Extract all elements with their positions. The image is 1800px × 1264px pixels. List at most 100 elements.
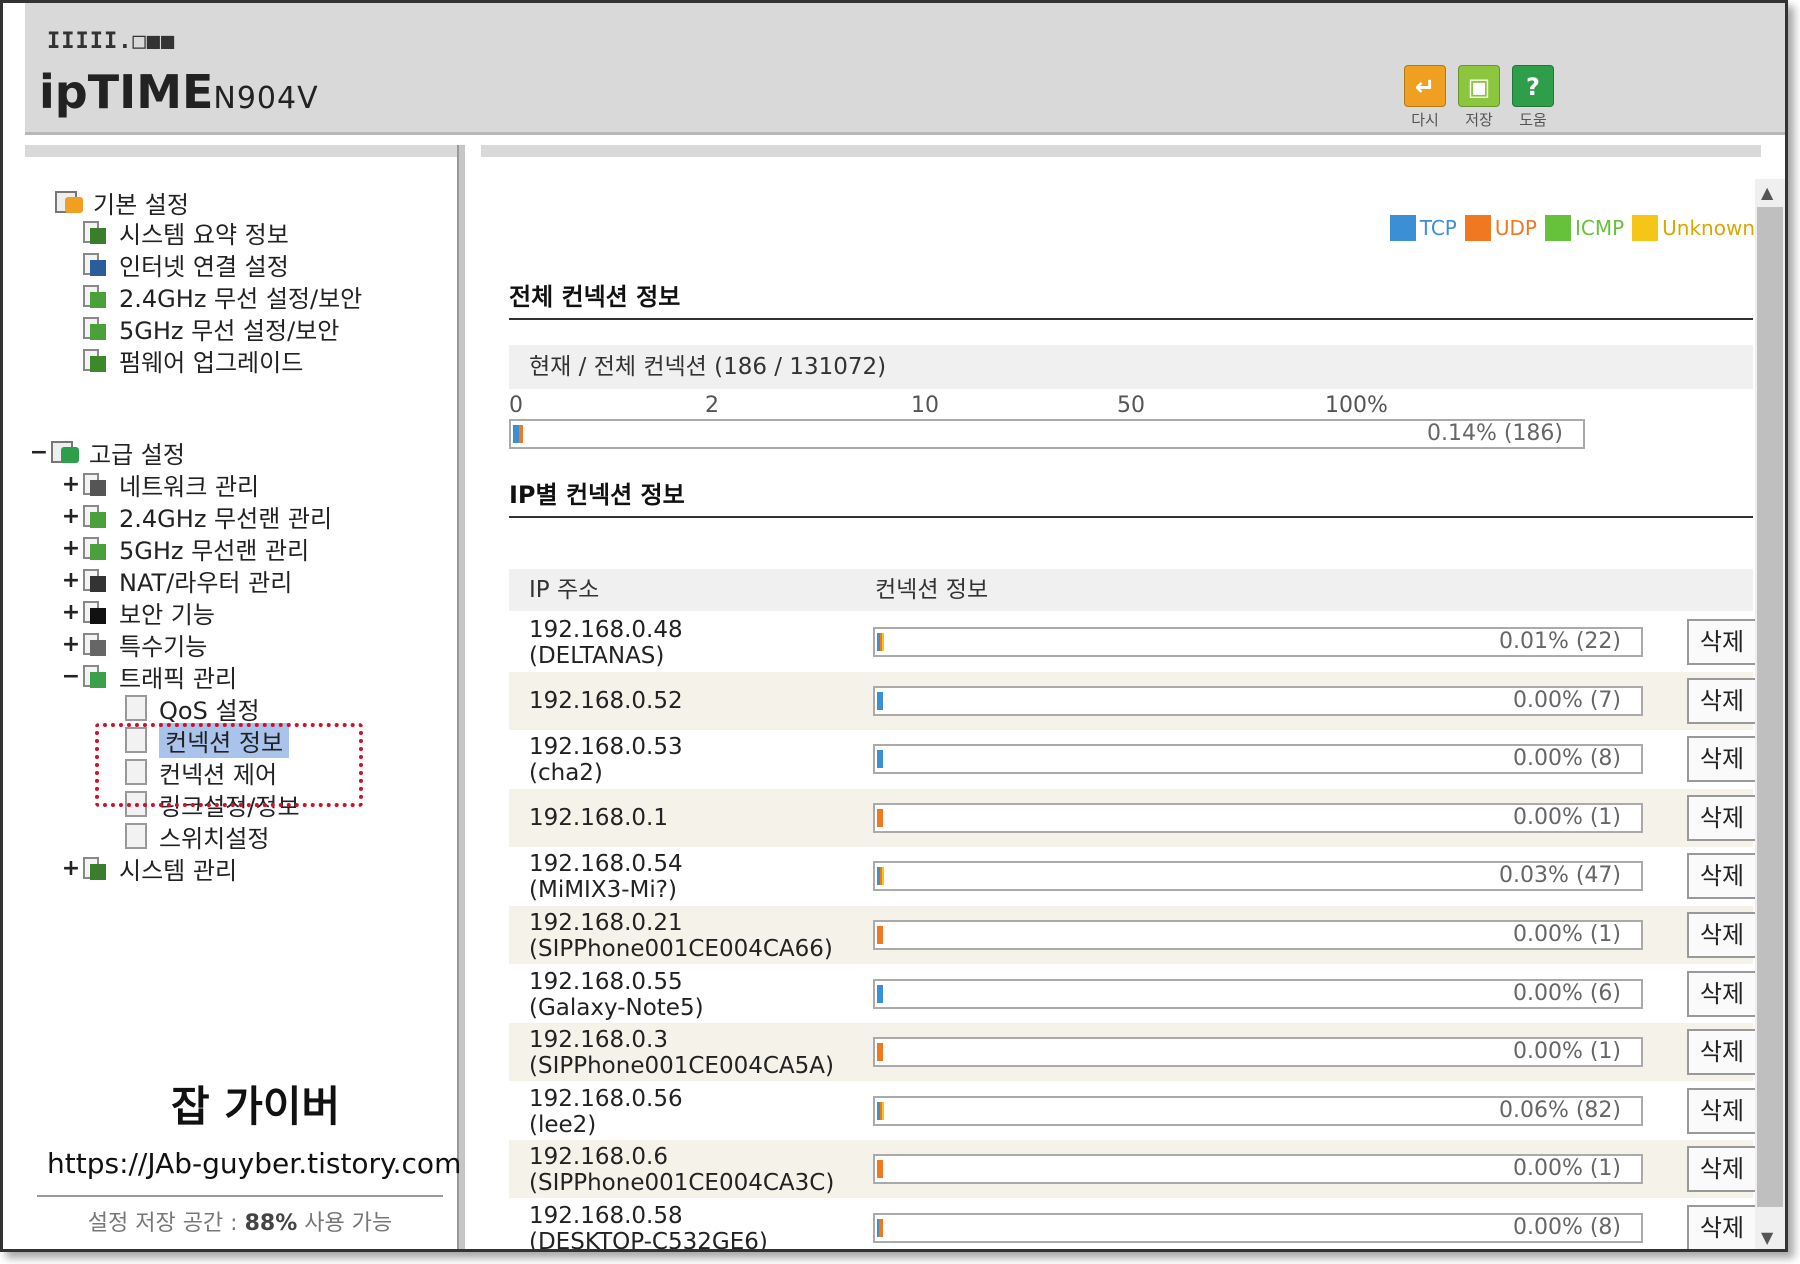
- ip-address: 192.168.0.3: [529, 1027, 668, 1054]
- legend-icmp: ICMP: [1544, 215, 1624, 241]
- wireless-icon: [83, 315, 109, 341]
- expand-toggle[interactable]: +: [59, 600, 83, 625]
- sidebar-item-label: 5GHz 무선랜 관리: [119, 536, 310, 565]
- table-row: 192.168.0.58 (DESKTOP-C532GE6) 0.00% (8) 삭제: [509, 1199, 1757, 1249]
- firmware-icon: [83, 347, 109, 373]
- tree-advanced-settings[interactable]: − 고급 설정: [27, 437, 185, 469]
- sidebar-item-label: 인터넷 연결 설정: [119, 252, 289, 281]
- help-icon: ?: [1512, 65, 1554, 107]
- delete-button[interactable]: 삭제: [1687, 853, 1757, 900]
- connection-bar-text: 0.00% (1): [1512, 1156, 1621, 1182]
- sidebar-item-wireless-24[interactable]: 2.4GHz 무선 설정/보안: [83, 281, 363, 313]
- sidebar-item-label: 트래픽 관리: [119, 664, 238, 693]
- ip-address: 192.168.0.21: [529, 910, 683, 936]
- page-icon: [125, 695, 147, 721]
- sidebar-item-traffic[interactable]: − 트래픽 관리: [59, 661, 238, 693]
- annotation-highlight-box: [95, 723, 363, 807]
- sidebar-item-wlan-5[interactable]: + 5GHz 무선랜 관리: [59, 533, 310, 565]
- delete-button[interactable]: 삭제: [1687, 970, 1757, 1017]
- main-scrollbar[interactable]: ▲ ▼: [1755, 179, 1785, 1249]
- expand-toggle[interactable]: +: [59, 856, 83, 881]
- table-row: 192.168.0.56 (lee2) 0.06% (82) 삭제: [509, 1082, 1757, 1140]
- page-icon: [125, 823, 147, 849]
- sidebar-item-internet[interactable]: 인터넷 연결 설정: [83, 249, 289, 281]
- sidebar-item-firmware[interactable]: 펌웨어 업그레이드: [83, 345, 303, 377]
- delete-button[interactable]: 삭제: [1687, 1087, 1757, 1134]
- connection-bar-text: 0.01% (22): [1498, 629, 1621, 654]
- delete-button[interactable]: 삭제: [1687, 1146, 1757, 1193]
- host-name: (SIPPhone001CE004CA3C): [529, 1170, 835, 1197]
- sidebar-divider[interactable]: [457, 145, 465, 1249]
- header-bar: IIIII.□■■ ipTIMEN904V ↵ 다시 ▣ 저장 ? 도움: [25, 3, 1785, 135]
- expand-toggle[interactable]: +: [59, 536, 83, 561]
- sidebar-item-label: 스위치설정: [159, 824, 270, 853]
- scroll-up-icon[interactable]: ▲: [1761, 183, 1773, 202]
- table-row: 192.168.0.1 0.00% (1) 삭제: [509, 788, 1757, 847]
- help-button[interactable]: ? 도움: [1509, 65, 1557, 130]
- sidebar-item-security[interactable]: + 보안 기능: [59, 597, 215, 629]
- connection-bar: 0.00% (8): [873, 1213, 1643, 1243]
- host-name: (SIPPhone001CE004CA5A): [529, 1053, 834, 1080]
- delete-button[interactable]: 삭제: [1687, 794, 1757, 841]
- connection-bar: 0.00% (1): [873, 802, 1643, 833]
- sidebar-item-system-mgmt[interactable]: + 시스템 관리: [59, 853, 237, 885]
- connection-bar-fill: [877, 633, 884, 651]
- ip-address: 192.168.0.58: [529, 1203, 683, 1229]
- ip-table-header: IP 주소 컨넥션 정보: [509, 569, 1753, 611]
- expand-toggle[interactable]: +: [59, 472, 83, 497]
- collapse-toggle[interactable]: −: [27, 440, 51, 465]
- storage-prefix: 설정 저장 공간 :: [87, 1211, 238, 1236]
- connection-bar-fill: [877, 750, 883, 769]
- ip-connection-title: IP별 컨넥션 정보: [509, 475, 1753, 518]
- connection-bar: 0.01% (22): [873, 627, 1643, 657]
- iptime-logo: ipTIMEN904V: [39, 65, 319, 119]
- delete-button[interactable]: 삭제: [1687, 1205, 1757, 1249]
- delete-button[interactable]: 삭제: [1687, 1029, 1757, 1076]
- sidebar-item-wireless-5[interactable]: 5GHz 무선 설정/보안: [83, 313, 339, 345]
- scale-tick: 10: [911, 393, 939, 418]
- sidebar-item-system-summary[interactable]: 시스템 요약 정보: [83, 217, 289, 249]
- connection-bar: 0.00% (1): [873, 920, 1643, 950]
- sidebar-item-special[interactable]: + 특수기능: [59, 629, 208, 661]
- delete-button[interactable]: 삭제: [1687, 736, 1757, 783]
- router-icon: [83, 567, 109, 593]
- delete-button[interactable]: 삭제: [1687, 677, 1757, 724]
- ip-address-cell: 192.168.0.21 (SIPPhone001CE004CA66): [529, 906, 833, 962]
- table-row: 192.168.0.3 (SIPPhone001CE004CA5A) 0.00% (…: [509, 1023, 1757, 1082]
- expand-toggle[interactable]: +: [59, 568, 83, 593]
- traffic-icon: [83, 663, 109, 689]
- table-row: 192.168.0.52 0.00% (7) 삭제: [509, 671, 1757, 730]
- ip-address: 192.168.0.6: [529, 1144, 668, 1171]
- scale-tick: 100%: [1325, 393, 1388, 418]
- scrollbar-thumb[interactable]: [1757, 207, 1783, 1207]
- column-connection: 컨넥션 정보: [875, 577, 989, 603]
- model-name: N904V: [213, 81, 319, 116]
- column-ip: IP 주소: [529, 577, 600, 603]
- scroll-down-icon[interactable]: ▼: [1761, 1228, 1773, 1247]
- host-name: (SIPPhone001CE004CA66): [529, 936, 833, 962]
- storage-value: 88%: [244, 1211, 298, 1236]
- sidebar-item-network[interactable]: + 네트워크 관리: [59, 469, 259, 501]
- tree-basic-settings[interactable]: 기본 설정: [55, 187, 189, 219]
- delete-button[interactable]: 삭제: [1687, 619, 1757, 665]
- expand-toggle[interactable]: +: [59, 632, 83, 657]
- undo-button[interactable]: ↵ 다시: [1401, 65, 1449, 130]
- connection-bar-fill: [877, 1219, 883, 1237]
- collapse-toggle[interactable]: −: [59, 664, 83, 689]
- sidebar-item-switch-settings[interactable]: 스위치설정: [125, 821, 270, 853]
- sidebar-item-label: NAT/라우터 관리: [119, 568, 293, 597]
- sidebar-item-label: 2.4GHz 무선 설정/보안: [119, 284, 363, 313]
- total-connection-title: 전체 컨넥션 정보: [509, 277, 1753, 320]
- sidebar-item-qos[interactable]: QoS 설정: [125, 693, 260, 725]
- watermark-title: 잡 가이버: [171, 1082, 341, 1131]
- delete-button[interactable]: 삭제: [1687, 912, 1757, 958]
- connection-bar: 0.06% (82): [873, 1095, 1643, 1126]
- ip-address: 192.168.0.48: [529, 617, 683, 643]
- wireless-icon: [83, 535, 109, 561]
- save-button[interactable]: ▣ 저장: [1455, 65, 1503, 130]
- sidebar-item-label: 2.4GHz 무선랜 관리: [119, 504, 333, 533]
- sidebar-item-wlan-24[interactable]: + 2.4GHz 무선랜 관리: [59, 501, 333, 533]
- expand-toggle[interactable]: +: [59, 504, 83, 529]
- sidebar-item-nat-router[interactable]: + NAT/라우터 관리: [59, 565, 293, 597]
- total-bar-text: 0.14% (186): [1426, 421, 1563, 446]
